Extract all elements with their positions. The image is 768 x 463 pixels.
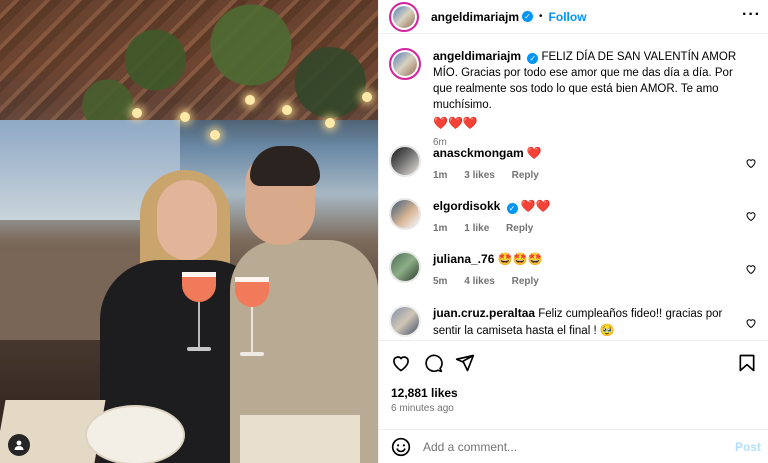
- post-button[interactable]: Post: [735, 440, 761, 454]
- like-comment-icon[interactable]: [745, 317, 757, 329]
- verified-badge-icon: ✓: [522, 11, 534, 22]
- comment-avatar[interactable]: [389, 145, 421, 177]
- photo-plate: [85, 405, 185, 463]
- more-icon[interactable]: ···: [742, 6, 761, 24]
- light-bulb: [282, 105, 292, 115]
- comment-item: juan.cruz.peraltaa Feliz cumpleaños fide…: [389, 305, 761, 339]
- like-comment-icon[interactable]: [745, 263, 757, 275]
- comment-item: elgordisokk ✓ ❤️❤️ 1m 1 like Reply: [389, 198, 761, 237]
- caption-emoji: ❤️❤️❤️: [433, 116, 478, 130]
- post-side-panel: angeldimariajm ✓ • Follow ··· angeldimar…: [378, 0, 768, 463]
- post-caption: angeldimariajm ✓ FELIZ DÍA DE SAN VALENT…: [389, 48, 759, 151]
- comment-avatar[interactable]: [389, 305, 421, 337]
- user-icon: [14, 440, 24, 450]
- comment-avatar[interactable]: [389, 251, 421, 283]
- reply-button[interactable]: Reply: [512, 170, 539, 181]
- comment-likes[interactable]: 3 likes: [464, 170, 495, 181]
- comment-emoji: 🤩🤩🤩: [497, 252, 543, 266]
- light-bulb: [325, 118, 335, 128]
- light-bulb: [210, 130, 220, 140]
- post-time[interactable]: 6 minutes ago: [391, 403, 454, 414]
- verified-badge-icon: ✓: [506, 203, 518, 214]
- caption-username[interactable]: angeldimariajm: [433, 49, 521, 63]
- photo-napkin: [240, 415, 360, 463]
- comment-item: anasckmongam ❤️ 1m 3 likes Reply: [389, 145, 761, 184]
- author-username[interactable]: angeldimariajm: [431, 10, 519, 24]
- bookmark-icon[interactable]: [737, 353, 757, 373]
- share-icon[interactable]: [455, 353, 475, 373]
- comment-item: juliana_.76 🤩🤩🤩 5m 4 likes Reply: [389, 251, 761, 290]
- glass-base: [187, 347, 211, 351]
- glass-stem: [251, 307, 253, 352]
- reply-button[interactable]: Reply: [512, 276, 539, 287]
- comment-likes[interactable]: 1 like: [464, 223, 489, 234]
- comment-username[interactable]: elgordisokk: [433, 199, 500, 213]
- light-bulb: [180, 112, 190, 122]
- add-comment-input[interactable]: [423, 440, 713, 454]
- author-avatar[interactable]: [389, 1, 419, 32]
- comment-avatar[interactable]: [389, 198, 421, 230]
- light-bulb: [245, 95, 255, 105]
- comment-time: 5m: [433, 276, 448, 287]
- glass-base: [240, 352, 264, 356]
- comment-icon[interactable]: [423, 353, 443, 373]
- follow-button[interactable]: Follow: [549, 10, 587, 24]
- like-comment-icon[interactable]: [745, 157, 757, 169]
- verified-badge-icon: ✓: [527, 53, 539, 64]
- tagged-users-button[interactable]: [8, 434, 30, 456]
- add-comment-row: Post: [379, 429, 768, 463]
- comment-username[interactable]: juan.cruz.peraltaa: [433, 306, 535, 320]
- light-bulb: [362, 92, 372, 102]
- like-comment-icon[interactable]: [745, 210, 757, 222]
- light-bulb: [132, 108, 142, 118]
- comment-emoji: ❤️❤️: [520, 199, 551, 213]
- separator-dot: •: [539, 11, 543, 22]
- comment-emoji: 🥹: [599, 323, 615, 337]
- post-header: angeldimariajm ✓ • Follow ···: [379, 0, 768, 34]
- post-actions: 12,881 likes 6 minutes ago Post: [379, 340, 768, 463]
- comment-likes[interactable]: 4 likes: [464, 276, 495, 287]
- comment-emoji: ❤️: [526, 146, 542, 160]
- post-photo[interactable]: [0, 0, 378, 463]
- comment-time: 1m: [433, 170, 448, 181]
- caption-avatar[interactable]: [389, 48, 421, 80]
- emoji-icon[interactable]: [391, 437, 411, 457]
- comment-username[interactable]: anasckmongam: [433, 146, 524, 160]
- comment-username[interactable]: juliana_.76: [433, 252, 494, 266]
- like-icon[interactable]: [391, 353, 411, 373]
- glass-stem: [198, 302, 200, 347]
- reply-button[interactable]: Reply: [506, 223, 533, 234]
- like-count[interactable]: 12,881 likes: [391, 386, 458, 400]
- comment-time: 1m: [433, 223, 448, 234]
